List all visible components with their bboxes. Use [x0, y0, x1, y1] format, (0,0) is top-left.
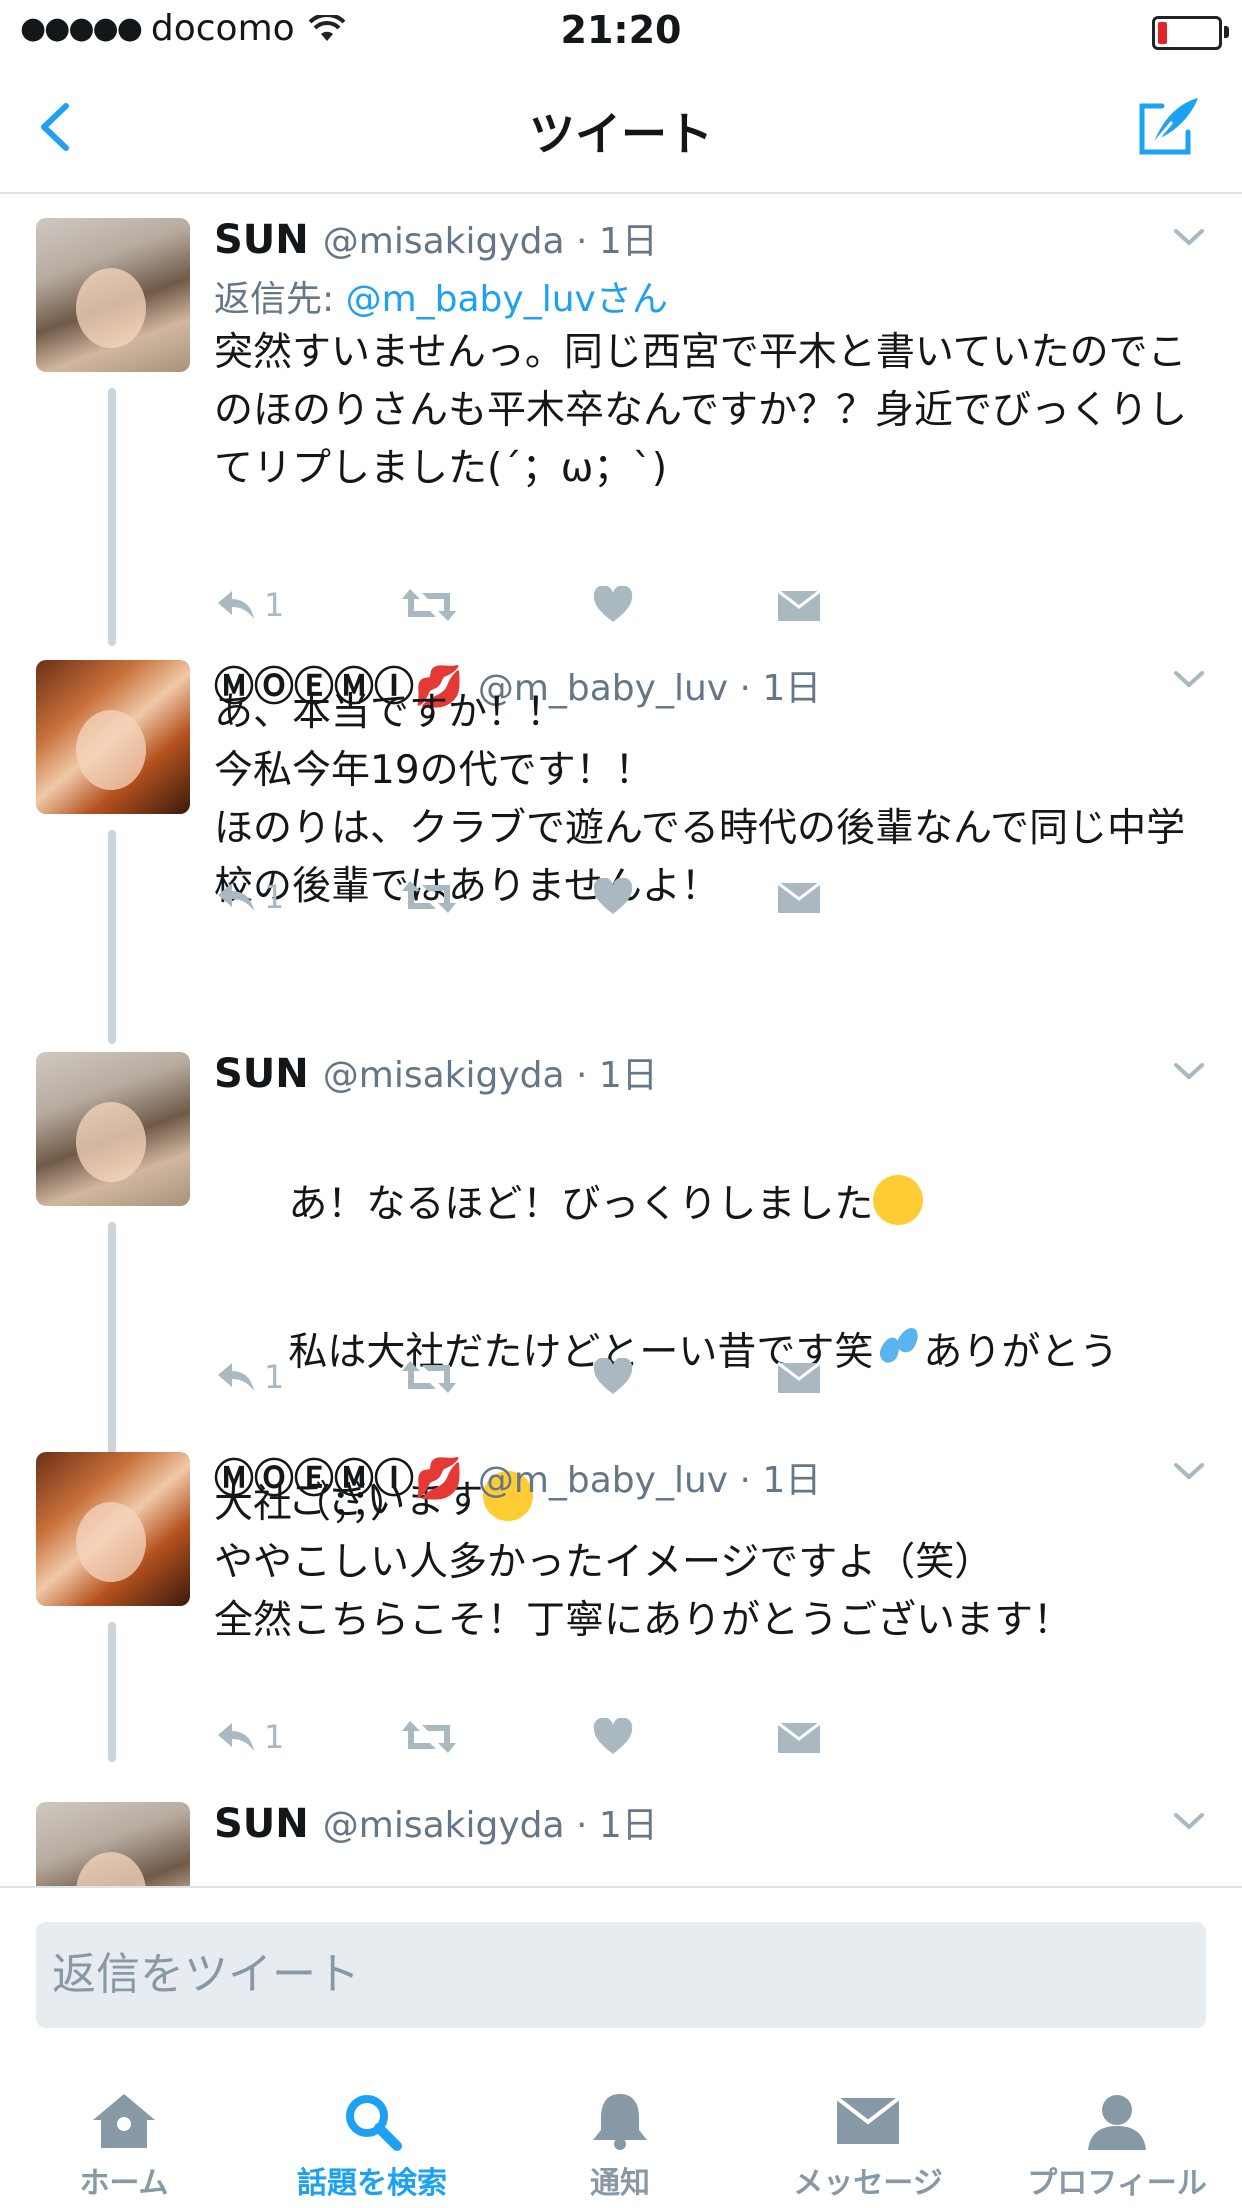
reply-count: 1 [264, 1358, 285, 1396]
direct-message-button[interactable] [776, 1712, 822, 1762]
tweet[interactable]: ⓂⓄⒺⓂⒾ💋 @m_baby_luv · 1日 大社（；；） ややこしい人多かっ… [0, 1446, 1242, 1762]
like-button[interactable] [592, 1712, 634, 1762]
display-name[interactable]: SUN [214, 1051, 309, 1097]
navigation-bar: ツイート [0, 62, 1242, 194]
tweet-header: SUN @misakigyda · 1日 [214, 1046, 658, 1097]
tweet[interactable]: SUN @misakigyda · 1日 あ！なるほど！びっくりしました 私は大… [0, 1046, 1242, 1526]
heart-icon [593, 878, 633, 914]
direct-message-button[interactable] [776, 1352, 822, 1402]
like-button[interactable] [592, 872, 634, 922]
reply-count: 1 [264, 586, 285, 624]
avatar[interactable] [36, 218, 190, 372]
reply-to-link[interactable]: @m_baby_luvさん [346, 279, 668, 320]
chevron-down-icon[interactable] [1172, 1810, 1206, 1832]
chevron-down-icon[interactable] [1172, 1060, 1206, 1082]
tab-bar: ホーム 話題を検索 通知 メッセージ プロフィール [0, 2076, 1242, 2208]
tweet[interactable]: SUN @misakigyda · 1日 [0, 1796, 1242, 1886]
tweet-actions: 1 [214, 1712, 1114, 1762]
retweet-button[interactable] [400, 1352, 458, 1402]
retweet-icon [402, 1721, 456, 1753]
envelope-icon [835, 2096, 901, 2144]
tweet-text: 突然すいませんっ。同じ西宮で平木と書いていたのでこのほのりさんも平木卒なんですか… [214, 330, 1188, 491]
tab-profile[interactable]: プロフィール [992, 2076, 1242, 2208]
tweet[interactable]: SUN @misakigyda · 1日 返信先: @m_baby_luvさん … [0, 212, 1242, 646]
thread-line [108, 1622, 116, 1762]
display-name[interactable]: SUN [214, 217, 309, 263]
battery-icon [1152, 16, 1229, 50]
avatar[interactable] [36, 660, 190, 814]
avatar[interactable] [36, 1452, 190, 1606]
handle-and-time: @misakigyda · 1日 [322, 221, 658, 262]
heart-icon [593, 1358, 633, 1394]
reply-icon [218, 883, 254, 911]
handle-and-time: @misakigyda · 1日 [322, 1805, 658, 1846]
thread-line [108, 388, 116, 646]
tweet-header: SUN @misakigyda · 1日 [214, 1796, 658, 1847]
conversation-timeline[interactable]: SUN @misakigyda · 1日 返信先: @m_baby_luvさん … [0, 194, 1242, 1886]
handle-and-time: @misakigyda · 1日 [322, 1055, 658, 1096]
chevron-down-icon[interactable] [1172, 226, 1206, 248]
tweet-text: 大社（；；） ややこしい人多かったイメージですよ（笑） 全然こちらこそ！丁寧にあ… [214, 1482, 1073, 1643]
tab-search[interactable]: 話題を検索 [248, 2076, 496, 2208]
tweet-actions: 1 [214, 580, 1114, 630]
retweet-icon [402, 589, 456, 621]
retweet-button[interactable] [400, 872, 458, 922]
tab-label: 通知 [590, 2166, 650, 2201]
reply-icon [218, 1723, 254, 1751]
status-time: 21:20 [560, 8, 682, 52]
tab-label: プロフィール [1027, 2166, 1207, 2201]
avatar[interactable] [36, 1052, 190, 1206]
heart-icon [593, 1718, 633, 1754]
like-button[interactable] [592, 580, 634, 630]
rolling-laughing-emoji-icon [873, 1175, 924, 1225]
home-icon [93, 2094, 155, 2148]
envelope-icon [777, 881, 821, 913]
retweet-icon [402, 1361, 456, 1393]
tab-notifications[interactable]: 通知 [496, 2076, 744, 2208]
tab-messages[interactable]: メッセージ [744, 2076, 992, 2208]
thread-line [108, 830, 116, 1044]
reply-input[interactable]: 返信をツイート [36, 1922, 1206, 2028]
person-icon [1088, 2095, 1146, 2150]
direct-message-button[interactable] [776, 872, 822, 922]
tab-label: メッセージ [793, 2166, 943, 2201]
tab-label: 話題を検索 [297, 2166, 447, 2201]
direct-message-button[interactable] [776, 580, 822, 630]
retweet-icon [402, 881, 456, 913]
search-icon [346, 2095, 402, 2151]
tab-label: ホーム [79, 2166, 169, 2201]
retweet-button[interactable] [400, 580, 458, 630]
display-name[interactable]: SUN [214, 1801, 309, 1847]
reply-composer-bar: 返信をツイート [0, 1886, 1242, 2078]
reply-count: 1 [264, 1718, 285, 1756]
reply-icon [218, 1363, 254, 1391]
like-button[interactable] [592, 1352, 634, 1402]
retweet-button[interactable] [400, 1712, 458, 1762]
envelope-icon [777, 589, 821, 621]
reply-to-line: 返信先: @m_baby_luvさん [214, 270, 668, 322]
tweet-text-line: あ！なるほど！びっくりしました [288, 1182, 874, 1227]
tweet[interactable]: ⓂⓄⒺⓂⒾ💋 @m_baby_luv · 1日 あ、本当ですか！！ 今私今年19… [0, 654, 1242, 1044]
tab-home[interactable]: ホーム [0, 2076, 248, 2208]
reply-button[interactable]: 1 [216, 1352, 284, 1402]
heart-icon [593, 586, 633, 622]
reply-button[interactable]: 1 [216, 872, 284, 922]
envelope-icon [777, 1361, 821, 1393]
avatar[interactable] [36, 1802, 190, 1886]
tweet-actions: 1 [214, 872, 1114, 922]
reply-count: 1 [264, 878, 285, 916]
page-title: ツイート [529, 107, 713, 161]
compose-tweet-icon[interactable] [1132, 92, 1202, 162]
bell-icon [593, 2094, 647, 2150]
reply-to-label: 返信先: [214, 279, 346, 320]
status-bar: ●●●●● docomo 21:20 [0, 0, 1242, 62]
reply-button[interactable]: 1 [216, 1712, 284, 1762]
reply-button[interactable]: 1 [216, 580, 284, 630]
tweet-actions: 1 [214, 1352, 1114, 1402]
tweet-header: SUN @misakigyda · 1日 [214, 212, 658, 263]
reply-icon [218, 591, 254, 619]
envelope-icon [777, 1721, 821, 1753]
